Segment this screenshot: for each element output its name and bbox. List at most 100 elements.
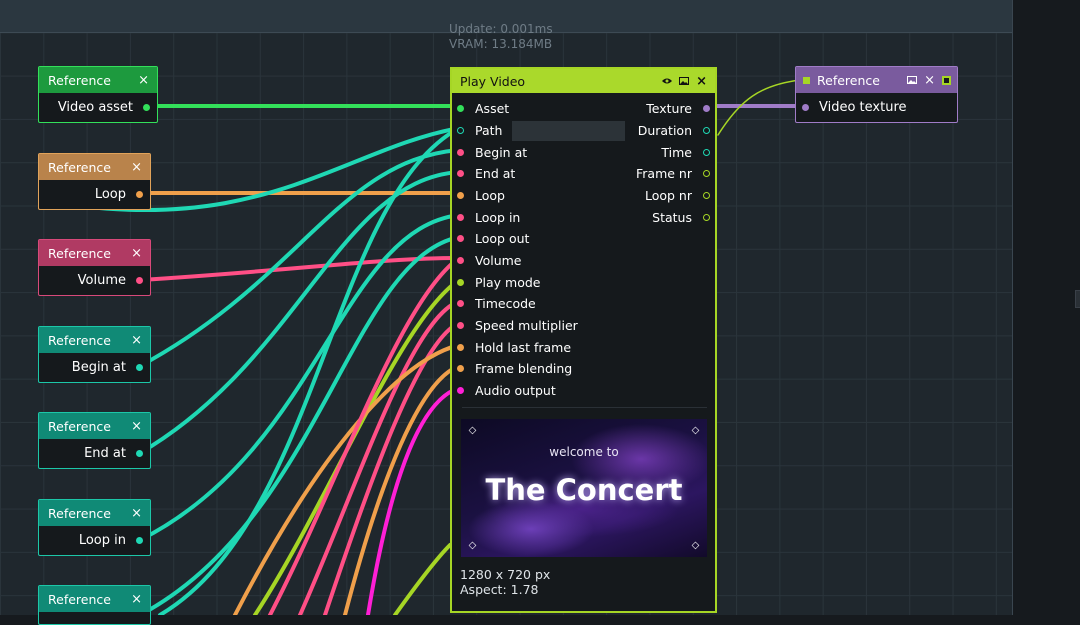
pin-icon[interactable] [942, 75, 951, 85]
reference-node-end-at[interactable]: Reference × End at [38, 412, 151, 469]
input-port[interactable] [457, 234, 464, 242]
input-label: Video texture [819, 99, 907, 115]
preview-small-text: welcome to [549, 445, 619, 459]
input-label: Frame blending [475, 360, 573, 376]
output-port[interactable] [703, 191, 710, 199]
input-port[interactable] [457, 213, 464, 221]
node-header[interactable]: Reference × [39, 327, 150, 353]
output-port[interactable] [703, 169, 710, 177]
node-header[interactable]: Reference × [39, 413, 150, 439]
preview-title-text: The Concert [485, 473, 683, 507]
close-icon[interactable]: × [924, 73, 935, 88]
reference-node-begin-at[interactable]: Reference × Begin at [38, 326, 151, 383]
output-row: Volume [39, 266, 150, 294]
output-port[interactable] [703, 104, 710, 112]
resize-handle-icon[interactable]: ◇ [468, 541, 477, 551]
input-port[interactable] [457, 256, 464, 264]
eye-icon[interactable] [662, 77, 673, 85]
node-header[interactable]: Reference × [796, 67, 957, 93]
node-header[interactable]: Reference × [39, 154, 150, 180]
output-port[interactable] [136, 449, 143, 457]
input-row-audio-output: Audio output [457, 380, 556, 400]
path-input[interactable] [512, 121, 625, 141]
close-icon[interactable]: × [131, 333, 142, 348]
wire-volume [138, 256, 461, 282]
output-row-texture: Texture [646, 98, 710, 118]
node-title: Reference [48, 418, 111, 434]
node-header[interactable]: Reference × [39, 67, 157, 93]
close-icon[interactable]: × [131, 419, 142, 434]
input-row-hold-last-frame: Hold last frame [457, 337, 571, 357]
output-port[interactable] [703, 126, 710, 134]
input-label: Play mode [475, 274, 541, 290]
reference-node-loop-in[interactable]: Reference × Loop in [38, 499, 151, 556]
input-port[interactable] [457, 364, 464, 372]
reference-node-video-texture[interactable]: Reference × Video texture [795, 66, 958, 123]
input-port[interactable] [457, 343, 464, 351]
close-icon[interactable]: × [138, 73, 149, 88]
input-row-asset: Asset [457, 98, 509, 118]
output-row-status: Status [652, 207, 710, 227]
input-label: Hold last frame [475, 339, 572, 355]
input-port[interactable] [457, 321, 464, 329]
input-port[interactable] [457, 104, 464, 112]
close-icon[interactable]: × [131, 506, 142, 521]
panel-collapse-handle[interactable] [1075, 290, 1080, 308]
close-icon[interactable]: × [131, 592, 142, 607]
input-port[interactable] [457, 386, 464, 394]
resize-handle-icon[interactable]: ◇ [468, 426, 477, 436]
node-header[interactable]: Reference × [39, 500, 150, 526]
output-row-frame-nr: Frame nr [636, 163, 710, 183]
node-header[interactable]: Play Video × [452, 69, 715, 93]
node-header[interactable]: Reference × [39, 586, 150, 612]
input-row-path: Path [457, 120, 502, 140]
section-divider [462, 407, 707, 408]
output-row: Begin at [39, 353, 150, 381]
input-port[interactable] [457, 126, 464, 134]
input-label: Begin at [475, 144, 528, 160]
input-label: Volume [475, 252, 522, 268]
output-port[interactable] [136, 190, 143, 198]
output-port[interactable] [143, 103, 150, 111]
input-row: Video texture [796, 93, 957, 121]
close-icon[interactable]: × [131, 246, 142, 261]
input-port[interactable] [457, 299, 464, 307]
close-icon[interactable]: × [696, 74, 707, 89]
pin-icon[interactable] [803, 76, 810, 84]
node-title: Play Video [460, 73, 526, 89]
input-port[interactable] [457, 148, 464, 156]
image-icon[interactable] [679, 77, 690, 85]
resize-handle-icon[interactable]: ◇ [691, 541, 700, 551]
resize-handle-icon[interactable]: ◇ [691, 426, 700, 436]
node-title: Reference [48, 72, 111, 88]
output-row: Video asset [39, 93, 157, 121]
video-preview[interactable]: welcome to The Concert ◇ ◇ ◇ ◇ [461, 419, 707, 557]
output-row-loop-nr: Loop nr [645, 185, 710, 205]
input-port[interactable] [457, 278, 464, 286]
output-port[interactable] [136, 536, 143, 544]
output-label: End at [84, 445, 126, 461]
reference-node-video-asset[interactable]: Reference × Video asset [38, 66, 158, 123]
play-video-node[interactable]: Play Video × Asset Path Begin at End at … [450, 67, 717, 613]
input-port[interactable] [802, 103, 809, 111]
output-label: Volume [77, 272, 126, 288]
output-port[interactable] [136, 363, 143, 371]
input-label: Audio output [475, 382, 556, 398]
node-header[interactable]: Reference × [39, 240, 150, 266]
reference-node-loop[interactable]: Reference × Loop [38, 153, 151, 210]
close-icon[interactable]: × [131, 160, 142, 175]
reference-node-partial[interactable]: Reference × [38, 585, 151, 625]
reference-node-volume[interactable]: Reference × Volume [38, 239, 151, 296]
output-label: Video asset [57, 99, 133, 115]
image-icon[interactable] [907, 76, 918, 84]
output-row-duration: Duration [638, 120, 710, 140]
output-port[interactable] [703, 148, 710, 156]
input-label: End at [475, 165, 516, 181]
wire-offscreen-3 [268, 256, 461, 615]
input-port[interactable] [457, 191, 464, 199]
input-row-play-mode: Play mode [457, 272, 541, 292]
output-port[interactable] [703, 213, 710, 221]
input-port[interactable] [457, 169, 464, 177]
output-port[interactable] [136, 276, 143, 284]
resolution-text: 1280 x 720 px [460, 567, 551, 582]
